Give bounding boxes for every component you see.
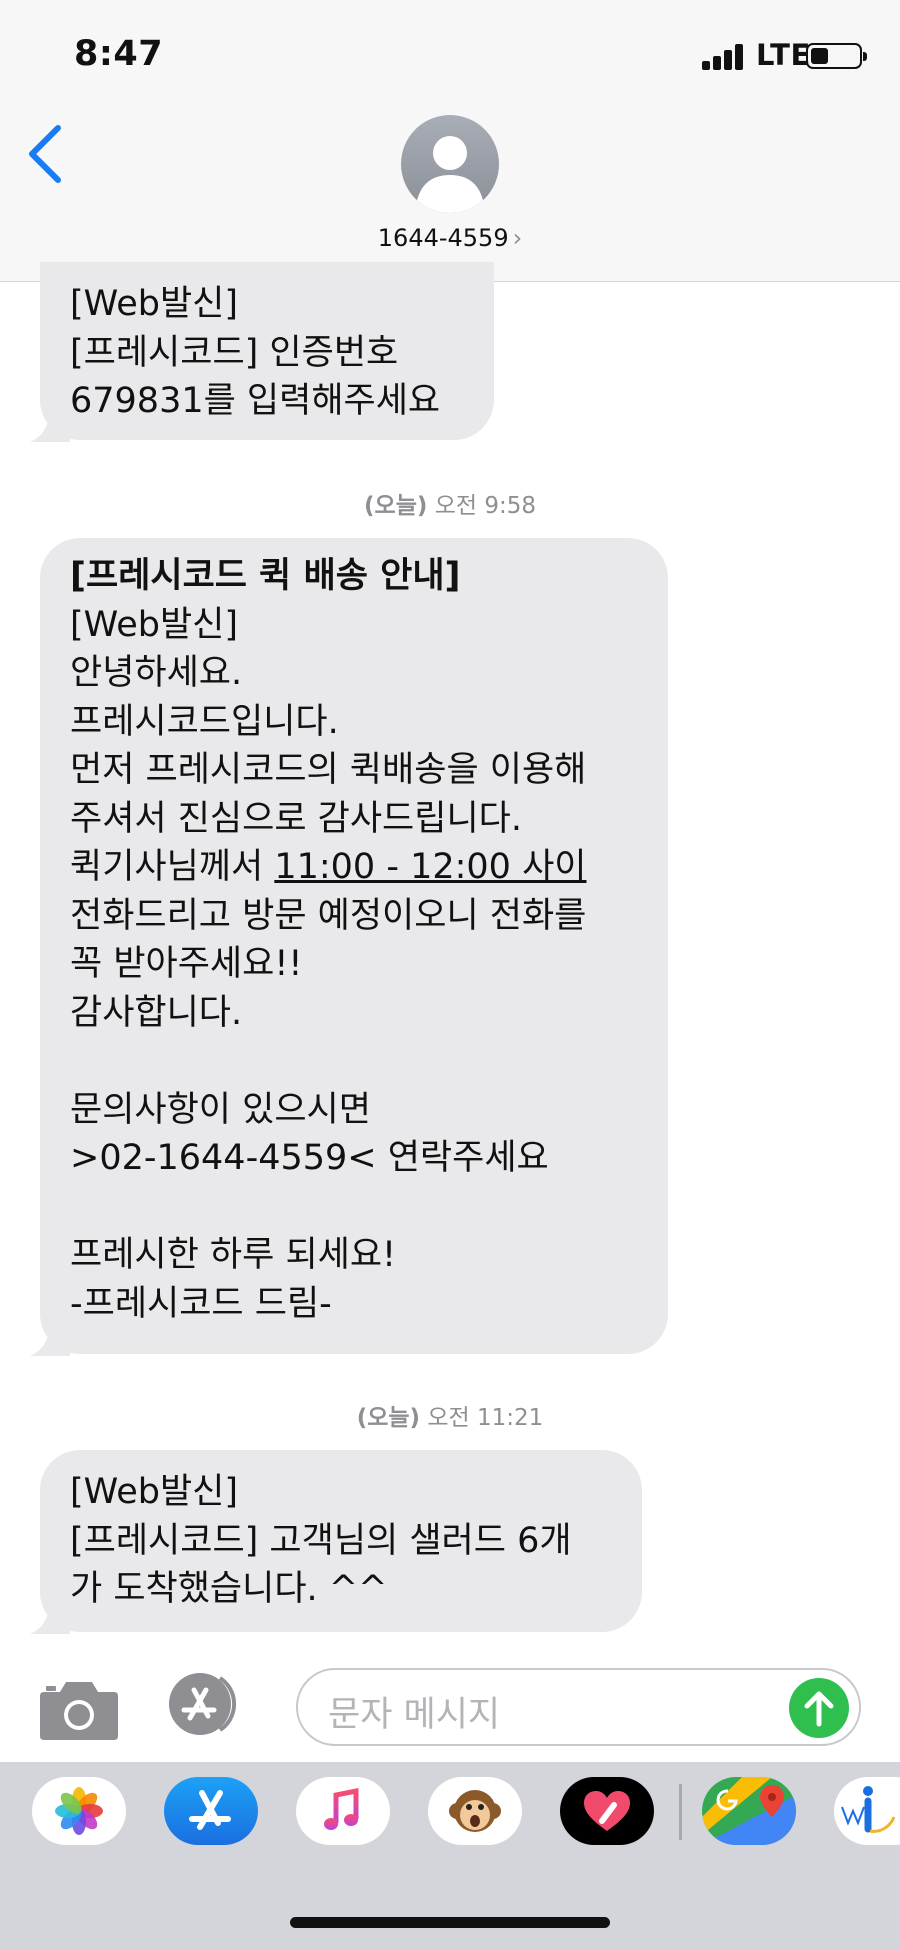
heart-digital-touch-icon [584, 1791, 630, 1831]
message-bubble[interactable]: [Web발신] [프레시코드] 고객님의 샐러드 6개 가 도착했습니다. ^^ [30, 1450, 642, 1634]
message-line: 프레시코드입니다. [70, 701, 339, 742]
battery-icon [806, 43, 867, 69]
app-store-icon [189, 1790, 231, 1830]
camera-icon [40, 1682, 118, 1740]
status-time: 8:47 [74, 34, 164, 74]
animoji-monkey-icon [449, 1790, 501, 1832]
imessage-app-drawer [0, 1762, 900, 1949]
chevron-right-icon: › [512, 224, 523, 252]
message-line: 먼저 프레시코드의 퀵배송을 이용해 [70, 750, 587, 790]
message-line: 감사합니다. [70, 992, 243, 1033]
message-line: 가 도착했습니다. ^^ [70, 1569, 388, 1609]
message-line: [프레시코드] 고객님의 샐러드 6개 [70, 1520, 572, 1561]
signal-strength-icon [702, 44, 746, 70]
message-input[interactable]: 문자 메시지 [296, 1668, 861, 1746]
message-composer: 문자 메시지 [0, 1650, 900, 1762]
animoji-app-button[interactable] [428, 1777, 522, 1845]
message-line: [프레시코드] 인증번호 [70, 332, 399, 373]
message-line: [Web발신] [70, 604, 239, 645]
message-line: 문의사항이 있으시면 [70, 1089, 371, 1130]
message-line: >02-1644-4559< 연락주세요 [70, 1138, 549, 1178]
message-input-placeholder: 문자 메시지 [328, 1695, 501, 1735]
message-line: [Web발신] [70, 284, 239, 324]
message-line: 프레시한 하루 되세요! [70, 1235, 397, 1275]
message-line: 퀵기사님께서 11:00 - 12:00 사이 [70, 847, 587, 887]
message-line: 679831를 입력해주세요 [70, 381, 441, 421]
dock-divider [679, 1784, 682, 1840]
music-icon [324, 1787, 359, 1830]
music-app-button[interactable] [296, 1777, 390, 1845]
person-silhouette-icon [415, 136, 485, 213]
contact-name-button[interactable]: 1644-4559 › [0, 224, 900, 252]
time-range-link[interactable]: 11:00 - 12:00 사이 [274, 847, 586, 887]
home-indicator[interactable] [290, 1917, 610, 1928]
message-line: 안녕하세요. [70, 653, 243, 693]
app-drawer-button[interactable] [168, 1672, 254, 1736]
back-button[interactable] [24, 120, 74, 190]
bubble-tail [30, 406, 70, 442]
message-bubble[interactable]: [프레시코드 퀵 배송 안내] [Web발신] 안녕하세요. 프레시코드입니다.… [30, 538, 668, 1356]
camera-button[interactable] [38, 1678, 120, 1742]
message-line [70, 1183, 638, 1232]
message-line: 주셔서 진심으로 감사드립니다. [70, 798, 522, 839]
send-button[interactable] [789, 1678, 849, 1738]
photos-app-button[interactable] [32, 1777, 126, 1845]
message-line [70, 1037, 638, 1086]
conversation-header: 8:47 LTE 1644-4559 › [0, 0, 900, 282]
photos-icon [55, 1787, 103, 1835]
contact-avatar[interactable] [401, 115, 499, 213]
google-maps-icon [702, 1777, 796, 1845]
contact-number: 1644-4559 [377, 224, 509, 252]
google-maps-app-button[interactable] [702, 1777, 796, 1845]
message-timestamp: (오늘) 오전 11:21 [356, 1405, 544, 1431]
info-app-icon [841, 1786, 896, 1833]
message-line: [Web발신] [70, 1472, 239, 1512]
message-line: 꼭 받아주세요!! [70, 944, 303, 984]
message-line: 전화드리고 방문 예정이오니 전화를 [70, 895, 587, 936]
message-line: -프레시코드 드림- [70, 1283, 332, 1324]
bubble-tail [30, 1320, 70, 1356]
app-store-app-button[interactable] [164, 1777, 258, 1845]
bubble-tail [30, 1598, 70, 1634]
app-store-icon [169, 1673, 237, 1735]
message-title: [프레시코드 퀵 배송 안내] [70, 556, 461, 596]
digital-touch-app-button[interactable] [560, 1777, 654, 1845]
arrow-up-icon [804, 1691, 834, 1727]
network-type-label: LTE [756, 38, 811, 72]
chevron-left-icon [29, 125, 61, 183]
info-app-button[interactable] [834, 1777, 900, 1845]
message-bubble[interactable]: [Web발신] [프레시코드] 인증번호 679831를 입력해주세요 [30, 262, 494, 442]
message-timestamp: (오늘) 오전 9:58 [364, 493, 536, 519]
